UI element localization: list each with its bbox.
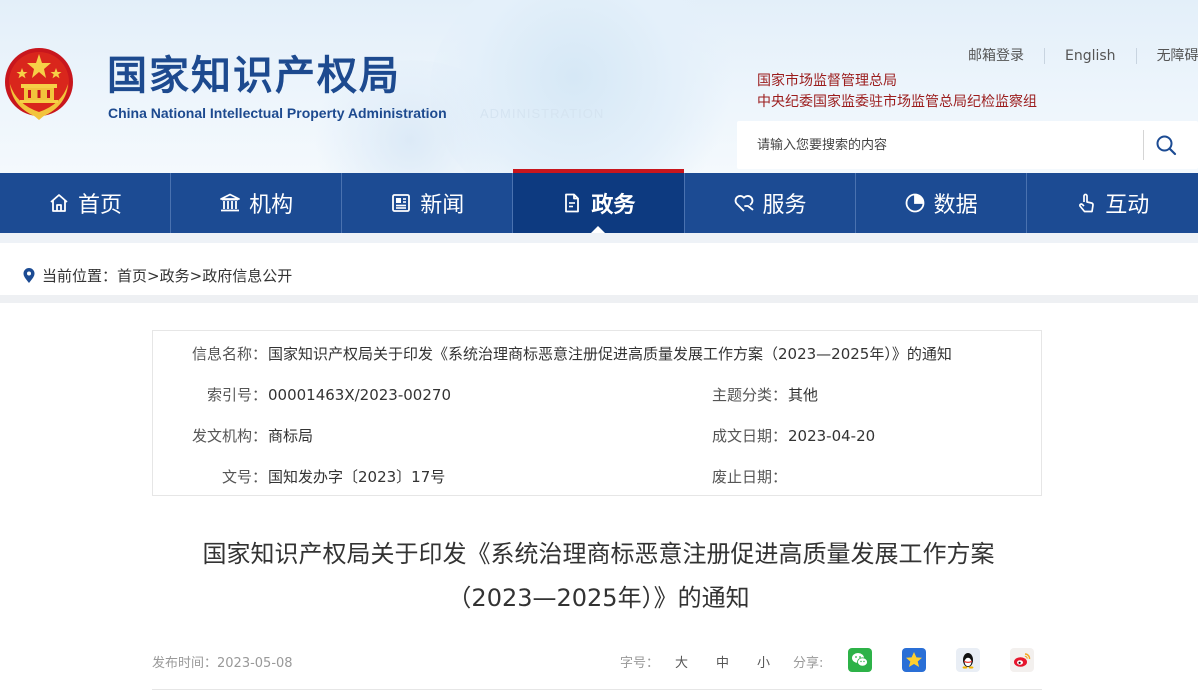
search-input[interactable] [737, 121, 1141, 169]
search-divider [1143, 130, 1144, 160]
related-org-link-discipline[interactable]: 中央纪委国家监委驻市场监管总局纪检监察组 [757, 92, 1037, 113]
breadcrumb-bar: 当前位置： 首页 > 政务 > 政府信息公开 [0, 233, 1198, 295]
document-info-table: 信息名称： 国家知识产权局关于印发《系统治理商标恶意注册促进高质量发展工作方案（… [152, 330, 1042, 496]
nav-item-home[interactable]: 首页 [0, 173, 172, 233]
building-icon [220, 193, 241, 212]
nav-item-label: 数据 [933, 193, 978, 218]
nav-item-label: 服务 [762, 193, 807, 218]
header-background-text: ADMINISTRATION [480, 106, 605, 121]
heart-hand-icon [734, 195, 753, 212]
share-wechat-button[interactable] [848, 648, 872, 672]
info-row: 文号： 国知发办字〔2023〕17号 废止日期： [153, 467, 1043, 487]
article-title-line: 国家知识产权局关于印发《系统治理商标恶意注册促进高质量发展工作方案 [202, 540, 995, 568]
info-row: 发文机构： 商标局 成文日期： 2023-04-20 [153, 426, 1043, 446]
publish-date: 发布时间：2023-05-08 [152, 652, 293, 671]
location-pin-icon [23, 267, 35, 283]
info-label: 发文机构： [191, 427, 267, 445]
nav-item-institutions[interactable]: 机构 [171, 173, 343, 233]
info-value-date: 2023-04-20 [788, 427, 876, 445]
search-box [737, 121, 1198, 169]
article-title: 国家知识产权局关于印发《系统治理商标恶意注册促进高质量发展工作方案 （2023—… [100, 532, 1097, 620]
english-link[interactable]: English [1044, 48, 1136, 64]
nav-item-government-affairs[interactable]: 政务 [513, 169, 685, 233]
info-value-docno: 国知发办字〔2023〕17号 [268, 468, 446, 486]
article-meta: 发布时间：2023-05-08 字号： 大 中 小 分享: [152, 648, 1042, 674]
search-icon [1156, 135, 1177, 156]
site-logo-english[interactable]: China National Intellectual Property Adm… [108, 105, 447, 121]
info-label: 成文日期： [711, 427, 787, 445]
info-row: 索引号： 00001463X/2023-00270 主题分类： 其他 [153, 385, 1043, 405]
info-label: 废止日期： [711, 468, 787, 486]
related-orgs: 国家市场监督管理总局 中央纪委国家监委驻市场监管总局纪检监察组 [757, 71, 1037, 113]
share-qzone-button[interactable] [902, 648, 926, 672]
national-emblem-logo[interactable] [2, 44, 76, 124]
wechat-icon [852, 653, 868, 667]
article-separator-line [152, 689, 1042, 690]
font-size-small-button[interactable]: 小 [757, 652, 770, 671]
search-button[interactable] [1151, 130, 1181, 160]
font-size-large-button[interactable]: 大 [675, 652, 688, 671]
nav-item-news[interactable]: 新闻 [342, 173, 514, 233]
nav-item-data[interactable]: 数据 [856, 173, 1027, 233]
content-divider-band [0, 295, 1198, 303]
breadcrumb: 当前位置： 首页 > 政务 > 政府信息公开 [22, 265, 292, 286]
weibo-icon [1014, 653, 1031, 667]
pie-chart-icon [905, 193, 925, 213]
breadcrumb-link-government-affairs[interactable]: 政务 [160, 265, 190, 286]
share-label: 分享: [793, 656, 824, 671]
breadcrumb-link-gov-info[interactable]: 政府信息公开 [202, 265, 292, 286]
share-weibo-button[interactable] [1010, 648, 1034, 672]
info-value-topic: 其他 [788, 386, 819, 404]
breadcrumb-separator: > [147, 266, 160, 285]
nav-item-label: 机构 [249, 193, 294, 218]
qq-penguin-icon [962, 653, 974, 669]
site-header: ADMINISTRATION 国家知识产权局 China National In… [0, 0, 1198, 173]
publish-date-value: 2023-05-08 [217, 656, 293, 671]
article-title-line: （2023—2025年）》的通知 [447, 584, 750, 612]
breadcrumb-separator: > [189, 266, 203, 285]
info-value-index: 00001463X/2023-00270 [268, 386, 451, 404]
info-value-org: 商标局 [268, 427, 314, 445]
nav-item-label: 互动 [1105, 193, 1150, 218]
accessibility-link[interactable]: 无障碍 [1135, 48, 1198, 64]
font-size-label: 字号： [620, 656, 660, 671]
document-icon [565, 193, 580, 213]
nav-item-label: 政务 [591, 193, 636, 218]
publish-label: 发布时间： [152, 656, 218, 671]
main-nav: 首页 机构 新闻 政务 服务 数据 互动 [0, 169, 1198, 233]
mail-login-link[interactable]: 邮箱登录 [948, 48, 1044, 64]
nav-item-services[interactable]: 服务 [685, 173, 856, 233]
news-icon [392, 194, 411, 212]
related-org-link-samr[interactable]: 国家市场监督管理总局 [757, 71, 1037, 92]
nav-item-interaction[interactable]: 互动 [1027, 173, 1198, 233]
font-size-medium-button[interactable]: 中 [716, 652, 729, 671]
info-row-name: 信息名称： 国家知识产权局关于印发《系统治理商标恶意注册促进高质量发展工作方案（… [153, 344, 1043, 364]
home-icon [50, 194, 68, 212]
site-logo-chinese[interactable]: 国家知识产权局 [107, 52, 401, 100]
nav-item-label: 首页 [78, 193, 123, 218]
info-label: 信息名称： [191, 345, 267, 363]
qzone-star-icon [906, 652, 922, 667]
info-value-name: 国家知识产权局关于印发《系统治理商标恶意注册促进高质量发展工作方案（2023—2… [268, 345, 952, 363]
font-size-switcher: 字号： 大 中 小 [620, 652, 798, 671]
info-label: 主题分类： [711, 386, 787, 404]
nav-item-label: 新闻 [420, 193, 465, 218]
pointer-hand-icon [1079, 193, 1095, 213]
top-links: 邮箱登录 English 无障碍 [948, 48, 1198, 64]
breadcrumb-link-home[interactable]: 首页 [117, 265, 147, 286]
info-label: 索引号： [206, 386, 267, 404]
info-label: 文号： [221, 468, 267, 486]
breadcrumb-prefix: 当前位置： [42, 267, 118, 285]
share-qq-button[interactable] [956, 648, 980, 672]
